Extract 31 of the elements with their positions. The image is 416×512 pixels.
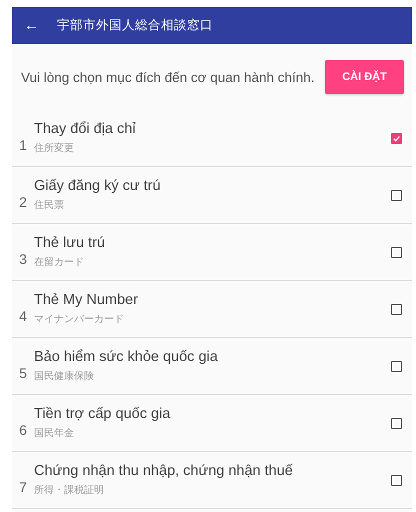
item-subtitle: マイナンバーカード — [34, 313, 125, 326]
back-button[interactable]: ← — [24, 17, 39, 34]
checkbox[interactable] — [391, 190, 402, 200]
item-number: 7 — [18, 479, 28, 495]
instruction-text: Vui lòng chọn mục đích đến cơ quan hành chính. — [21, 70, 315, 84]
app-title: 宇部市外国人総合相談窓口 — [57, 17, 213, 34]
item-title: Thay đổi địa chỉ — [34, 121, 137, 137]
item-number: 3 — [18, 251, 28, 267]
item-subtitle: 在留カード — [34, 256, 85, 269]
item-title: Bảo hiểm sức khỏe quốc gia — [34, 349, 219, 365]
checkbox[interactable] — [391, 418, 402, 428]
item-subtitle: 国民年金 — [34, 427, 75, 440]
checkbox[interactable] — [391, 132, 402, 144]
checkbox[interactable] — [391, 246, 402, 258]
checkbox[interactable] — [391, 360, 402, 372]
item-number: 5 — [18, 365, 28, 381]
item-subtitle: 住所変更 — [34, 142, 75, 155]
item-number: 2 — [18, 194, 28, 210]
item-subtitle: 国民健康保険 — [34, 370, 95, 383]
item-title: Chứng nhận thu nhập, chứng nhận thuế — [34, 463, 294, 479]
item-number: 4 — [18, 308, 28, 324]
checkbox[interactable] — [391, 304, 402, 314]
item-title: Thẻ lưu trú — [34, 235, 106, 251]
item-number: 1 — [18, 137, 28, 153]
item-subtitle: 所得・課税証明 — [34, 484, 105, 497]
item-title: Thẻ My Number — [34, 292, 139, 308]
item-subtitle: 住民票 — [34, 199, 65, 212]
checkbox[interactable] — [391, 474, 402, 486]
item-title: Giấy đăng ký cư trú — [34, 178, 162, 194]
item-number: 6 — [18, 422, 28, 438]
item-title: Tiền trợ cấp quốc gia — [34, 406, 172, 422]
